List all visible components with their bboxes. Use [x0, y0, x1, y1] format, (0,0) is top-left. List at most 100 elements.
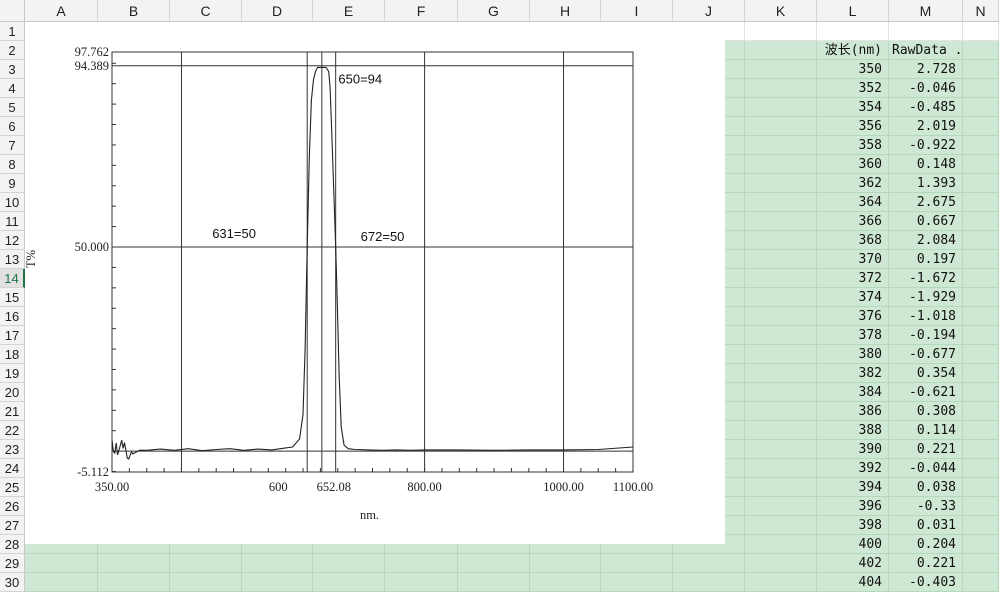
cell-k10[interactable] — [745, 193, 817, 212]
row-header-8[interactable]: 8 — [0, 155, 25, 174]
column-header-e[interactable]: E — [313, 0, 385, 22]
cell-m27[interactable]: 0.031 — [889, 516, 963, 535]
cell-n13[interactable] — [963, 250, 999, 269]
row-header-5[interactable]: 5 — [0, 98, 25, 117]
row-header-2[interactable]: 2 — [0, 41, 25, 60]
cell-k11[interactable] — [745, 212, 817, 231]
cell-n10[interactable] — [963, 193, 999, 212]
cell-k12[interactable] — [745, 231, 817, 250]
cell-k1[interactable] — [745, 22, 817, 41]
cell-a30[interactable] — [25, 573, 98, 592]
cell-k26[interactable] — [745, 497, 817, 516]
cell-k4[interactable] — [745, 79, 817, 98]
cell-n1[interactable] — [963, 22, 999, 41]
cell-l12[interactable]: 368 — [817, 231, 889, 250]
cell-m13[interactable]: 0.197 — [889, 250, 963, 269]
row-header-18[interactable]: 18 — [0, 345, 25, 364]
cell-d29[interactable] — [242, 554, 313, 573]
cell-k18[interactable] — [745, 345, 817, 364]
cell-n21[interactable] — [963, 402, 999, 421]
cell-l10[interactable]: 364 — [817, 193, 889, 212]
cell-k3[interactable] — [745, 60, 817, 79]
cell-l18[interactable]: 380 — [817, 345, 889, 364]
cell-k16[interactable] — [745, 307, 817, 326]
cell-k5[interactable] — [745, 98, 817, 117]
cell-n8[interactable] — [963, 155, 999, 174]
cell-m16[interactable]: -1.018 — [889, 307, 963, 326]
cell-m7[interactable]: -0.922 — [889, 136, 963, 155]
cell-m1[interactable] — [889, 22, 963, 41]
cell-a29[interactable] — [25, 554, 98, 573]
cell-k25[interactable] — [745, 478, 817, 497]
cell-m28[interactable]: 0.204 — [889, 535, 963, 554]
row-header-3[interactable]: 3 — [0, 60, 25, 79]
cell-m25[interactable]: 0.038 — [889, 478, 963, 497]
cell-l6[interactable]: 356 — [817, 117, 889, 136]
row-header-20[interactable]: 20 — [0, 383, 25, 402]
row-header-25[interactable]: 25 — [0, 478, 25, 497]
row-header-22[interactable]: 22 — [0, 421, 25, 440]
cell-m9[interactable]: 1.393 — [889, 174, 963, 193]
cell-l4[interactable]: 352 — [817, 79, 889, 98]
cell-l14[interactable]: 372 — [817, 269, 889, 288]
cell-n3[interactable] — [963, 60, 999, 79]
cell-m19[interactable]: 0.354 — [889, 364, 963, 383]
cell-n26[interactable] — [963, 497, 999, 516]
cell-m3[interactable]: 2.728 — [889, 60, 963, 79]
cell-k20[interactable] — [745, 383, 817, 402]
cell-m2[interactable]: RawData ... — [889, 41, 963, 60]
cell-k22[interactable] — [745, 421, 817, 440]
cell-k8[interactable] — [745, 155, 817, 174]
cell-f29[interactable] — [385, 554, 458, 573]
column-header-m[interactable]: M — [889, 0, 963, 22]
row-header-27[interactable]: 27 — [0, 516, 25, 535]
cell-l9[interactable]: 362 — [817, 174, 889, 193]
cell-l29[interactable]: 402 — [817, 554, 889, 573]
cell-e30[interactable] — [313, 573, 385, 592]
cell-m8[interactable]: 0.148 — [889, 155, 963, 174]
row-header-30[interactable]: 30 — [0, 573, 25, 592]
column-header-i[interactable]: I — [601, 0, 673, 22]
cell-g29[interactable] — [458, 554, 530, 573]
row-header-6[interactable]: 6 — [0, 117, 25, 136]
cell-e29[interactable] — [313, 554, 385, 573]
cell-b30[interactable] — [98, 573, 170, 592]
cell-k13[interactable] — [745, 250, 817, 269]
cell-n5[interactable] — [963, 98, 999, 117]
cell-m22[interactable]: 0.114 — [889, 421, 963, 440]
cell-k2[interactable] — [745, 41, 817, 60]
cell-n22[interactable] — [963, 421, 999, 440]
column-header-b[interactable]: B — [98, 0, 170, 22]
cell-k29[interactable] — [745, 554, 817, 573]
cell-l8[interactable]: 360 — [817, 155, 889, 174]
cell-l21[interactable]: 386 — [817, 402, 889, 421]
cell-l23[interactable]: 390 — [817, 440, 889, 459]
cell-n9[interactable] — [963, 174, 999, 193]
column-header-n[interactable]: N — [963, 0, 999, 22]
column-header-a[interactable]: A — [25, 0, 98, 22]
cell-k27[interactable] — [745, 516, 817, 535]
cell-k19[interactable] — [745, 364, 817, 383]
cell-n12[interactable] — [963, 231, 999, 250]
cell-n19[interactable] — [963, 364, 999, 383]
column-header-l[interactable]: L — [817, 0, 889, 22]
select-all-corner[interactable] — [0, 0, 25, 22]
cell-l15[interactable]: 374 — [817, 288, 889, 307]
cell-i29[interactable] — [601, 554, 673, 573]
cell-l16[interactable]: 376 — [817, 307, 889, 326]
cell-m10[interactable]: 2.675 — [889, 193, 963, 212]
cell-k9[interactable] — [745, 174, 817, 193]
cell-n7[interactable] — [963, 136, 999, 155]
row-header-13[interactable]: 13 — [0, 250, 25, 269]
column-header-h[interactable]: H — [530, 0, 601, 22]
cell-l2[interactable]: 波长(nm) — [817, 41, 889, 60]
row-header-7[interactable]: 7 — [0, 136, 25, 155]
cell-l24[interactable]: 392 — [817, 459, 889, 478]
cell-n29[interactable] — [963, 554, 999, 573]
cell-n15[interactable] — [963, 288, 999, 307]
cell-j30[interactable] — [673, 573, 745, 592]
cell-i30[interactable] — [601, 573, 673, 592]
row-header-29[interactable]: 29 — [0, 554, 25, 573]
row-header-1[interactable]: 1 — [0, 22, 25, 41]
cell-k17[interactable] — [745, 326, 817, 345]
